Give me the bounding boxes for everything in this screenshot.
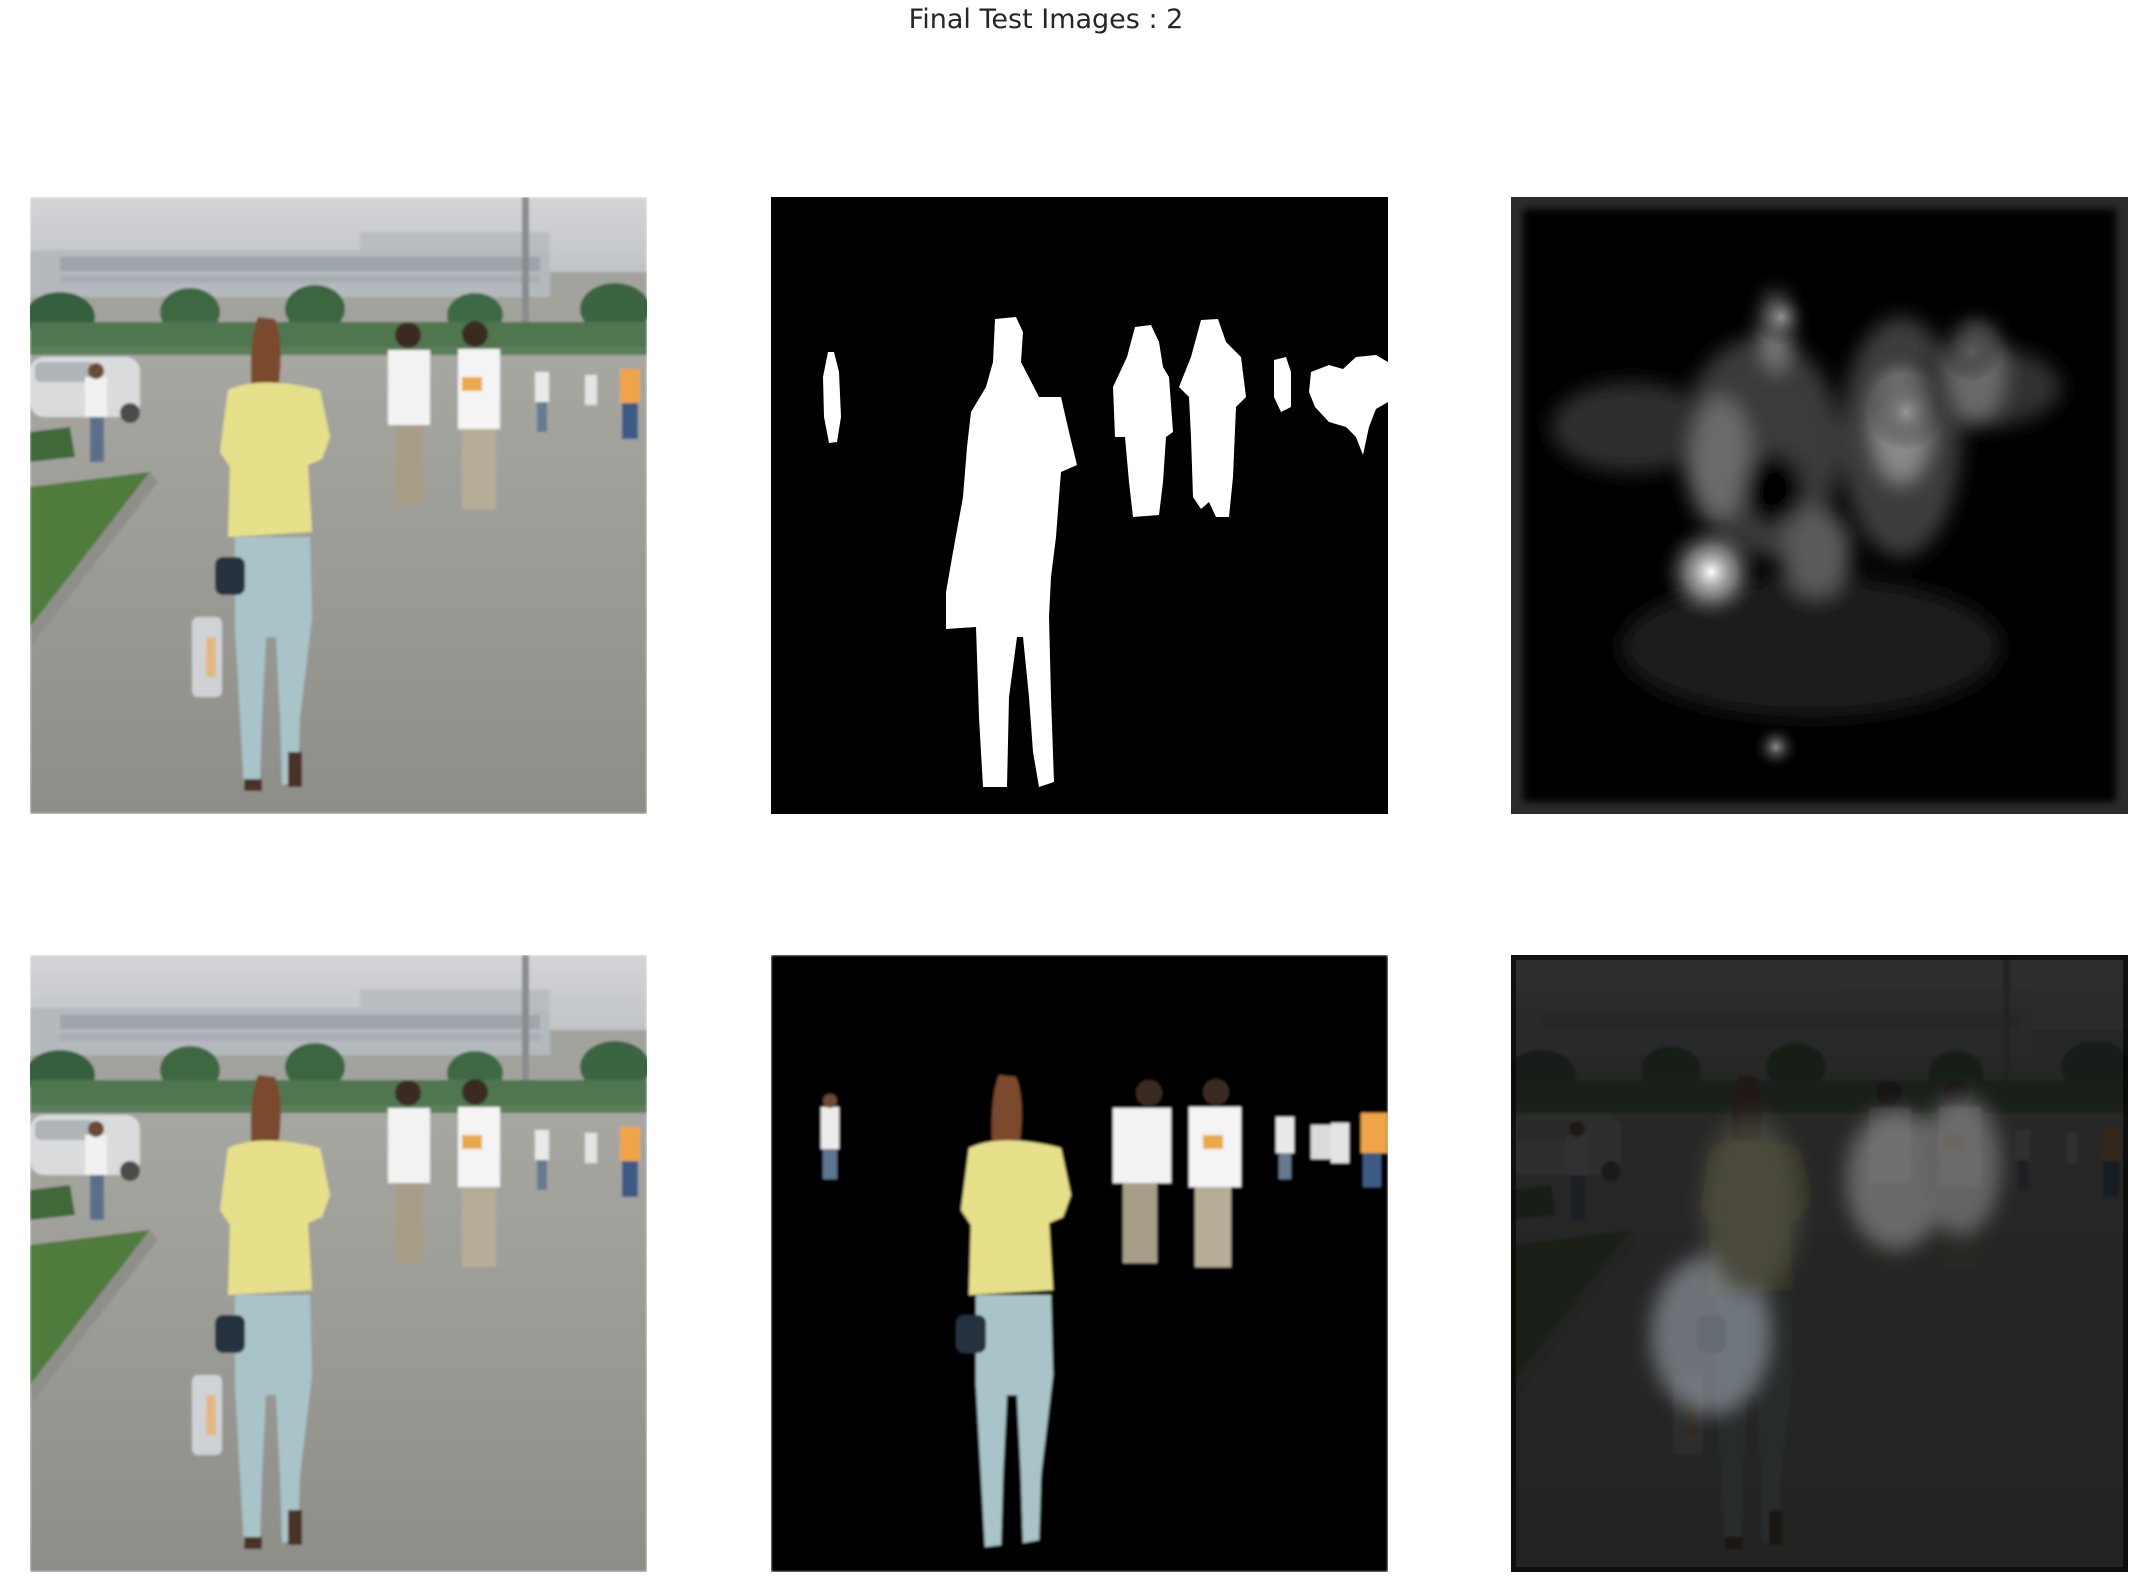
masked-image <box>771 955 1388 1572</box>
heat-peak <box>1656 517 1766 627</box>
input-image-top <box>30 197 647 814</box>
masked-people-image <box>771 955 1388 1572</box>
attention-overlay-image <box>1511 955 2128 1572</box>
binary-mask-image <box>771 197 1388 814</box>
saliency-heatmap-top <box>1511 197 2128 814</box>
heatmap-image <box>1511 197 2128 814</box>
attention-overlay <box>1511 955 2128 1572</box>
input-image-bottom <box>30 955 647 1572</box>
ground-truth-mask <box>771 197 1388 814</box>
street-photo <box>30 197 647 814</box>
figure-title: Final Test Images : 2 <box>908 4 1184 35</box>
street-photo <box>30 955 647 1572</box>
